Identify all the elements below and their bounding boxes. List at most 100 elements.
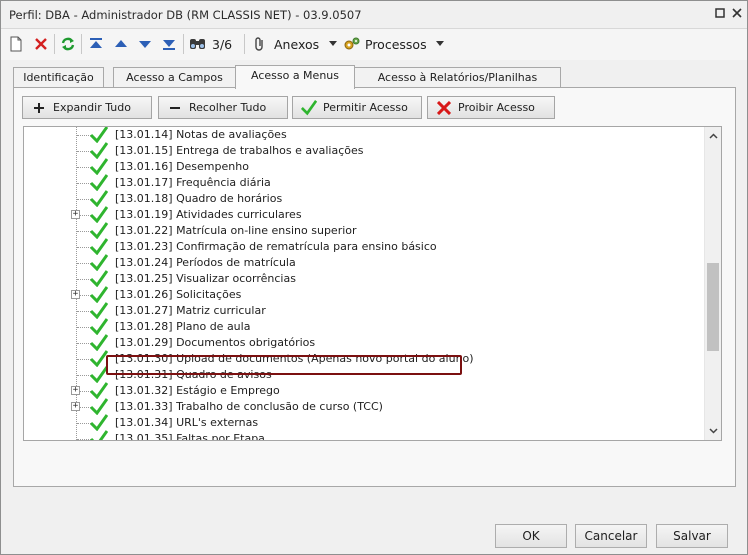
tree-item[interactable]: [13.01.23] Confirmação de rematrícula pa… [24, 238, 704, 255]
expand-node-button[interactable]: + [71, 386, 80, 395]
dropdown-arrow-icon [435, 41, 444, 46]
cancel-button[interactable]: Cancelar [575, 524, 647, 548]
tree-connector [77, 135, 91, 136]
new-document-icon [10, 36, 22, 52]
previous-record-button[interactable] [114, 33, 128, 55]
tree-item[interactable]: [13.01.27] Matriz curricular [24, 302, 704, 319]
tree-item[interactable]: [13.01.29] Documentos obrigatórios [24, 334, 704, 351]
access-granted-check-icon[interactable] [90, 190, 108, 207]
expand-node-button[interactable]: + [71, 210, 80, 219]
access-granted-check-icon[interactable] [90, 126, 108, 143]
access-granted-check-icon[interactable] [90, 222, 108, 239]
access-granted-check-icon[interactable] [90, 302, 108, 319]
tree-item[interactable]: + [13.01.32] Estágio e Emprego [24, 382, 704, 399]
scroll-up-icon [709, 133, 718, 139]
collapse-all-button[interactable]: Recolher Tudo [158, 96, 288, 119]
access-granted-check-icon[interactable] [90, 238, 108, 255]
expand-node-button[interactable]: + [71, 402, 80, 411]
deny-access-label: Proibir Acesso [458, 101, 535, 114]
refresh-button[interactable] [60, 33, 76, 55]
tree-item[interactable]: + [13.01.19] Atividades curriculares [24, 206, 704, 223]
access-granted-check-icon[interactable] [90, 334, 108, 351]
tree-item[interactable]: [13.01.15] Entrega de trabalhos e avalia… [24, 142, 704, 159]
access-granted-check-icon[interactable] [90, 254, 108, 271]
tab-acesso-menus[interactable]: Acesso a Menus [235, 65, 355, 89]
title-bar: Perfil: DBA - Administrador DB (RM CLASS… [1, 1, 747, 29]
find-button[interactable] [189, 33, 207, 55]
close-window-button[interactable] [730, 7, 744, 21]
last-record-button[interactable] [162, 33, 176, 55]
access-granted-check-icon[interactable] [90, 286, 108, 303]
access-granted-check-icon[interactable] [90, 318, 108, 335]
tree-item[interactable]: + [13.01.33] Trabalho de conclusão de cur… [24, 398, 704, 415]
access-granted-check-icon[interactable] [90, 398, 108, 415]
first-record-button[interactable] [89, 33, 103, 55]
cross-icon [437, 100, 451, 115]
tree-connector [77, 183, 91, 184]
tree-item-label: [13.01.18] Quadro de horários [115, 192, 283, 205]
save-button[interactable]: Salvar [656, 524, 728, 548]
tab-acesso-relatorios[interactable]: Acesso à Relatórios/Planilhas [354, 67, 561, 88]
tree-item-label: [13.01.17] Frequência diária [115, 176, 271, 189]
footer: OK Cancelar Salvar [1, 516, 747, 554]
tree-item[interactable]: [13.01.28] Plano de aula [24, 318, 704, 335]
restore-window-button[interactable] [713, 7, 727, 21]
next-record-button[interactable] [138, 33, 152, 55]
tree-item[interactable]: [13.01.25] Visualizar ocorrências [24, 270, 704, 287]
access-granted-check-icon[interactable] [90, 206, 108, 223]
tab-acesso-campos[interactable]: Acesso a Campos [113, 67, 236, 88]
tree-item[interactable]: [13.01.35] Faltas por Etapa [24, 430, 704, 441]
tree-connector [77, 375, 91, 376]
tree-item-label: [13.01.25] Visualizar ocorrências [115, 272, 296, 285]
tree-item[interactable]: [13.01.14] Notas de avaliações [24, 127, 704, 143]
access-granted-check-icon[interactable] [90, 142, 108, 159]
allow-access-button[interactable]: Permitir Acesso [292, 96, 422, 119]
access-granted-check-icon[interactable] [90, 382, 108, 399]
access-granted-check-icon[interactable] [90, 270, 108, 287]
scroll-thumb[interactable] [707, 263, 719, 351]
tree-item-label: [13.01.32] Estágio e Emprego [115, 384, 280, 397]
access-granted-check-icon[interactable] [90, 174, 108, 191]
separator [244, 34, 245, 54]
separator [81, 34, 82, 54]
vertical-scrollbar[interactable] [704, 127, 721, 440]
delete-button[interactable] [34, 33, 48, 55]
separator [54, 34, 55, 54]
ok-button[interactable]: OK [495, 524, 567, 548]
tab-panel: Expandir Tudo Recolher Tudo Permitir Ace… [13, 87, 736, 487]
paperclip-icon [255, 37, 263, 51]
tree-item[interactable]: [13.01.17] Frequência diária [24, 174, 704, 191]
tree-connector [77, 327, 91, 328]
delete-icon [35, 38, 47, 50]
tree-item-label: [13.01.16] Desempenho [115, 160, 249, 173]
tree-item[interactable]: [13.01.18] Quadro de horários [24, 190, 704, 207]
record-counter: 3/6 [212, 36, 233, 52]
menu-tree[interactable]: [13.01.14] Notas de avaliações [13.01.15]… [23, 126, 722, 441]
tree-connector [77, 343, 91, 344]
tree-item[interactable]: + [13.01.26] Solicitações [24, 286, 704, 303]
toolbar: 3/6 Anexos Processos [1, 29, 747, 60]
expand-all-button[interactable]: Expandir Tudo [22, 96, 152, 119]
anexos-menu[interactable]: Anexos [252, 33, 338, 55]
processos-menu[interactable]: Processos [343, 33, 444, 55]
tree-connector [77, 167, 91, 168]
tree-item[interactable]: [13.01.22] Matrícula on-line ensino supe… [24, 222, 704, 239]
tree-item-label: [13.01.24] Períodos de matrícula [115, 256, 296, 269]
access-granted-check-icon[interactable] [90, 430, 108, 441]
binoculars-icon [190, 39, 205, 49]
refresh-icon [61, 37, 75, 51]
restore-icon [715, 8, 725, 18]
tab-identificacao[interactable]: Identificação [13, 67, 104, 88]
access-granted-check-icon[interactable] [90, 158, 108, 175]
tree-item-label: [13.01.29] Documentos obrigatórios [115, 336, 316, 349]
tree-item[interactable]: [13.01.24] Períodos de matrícula [24, 254, 704, 271]
deny-access-button[interactable]: Proibir Acesso [427, 96, 555, 119]
new-button[interactable] [9, 33, 23, 55]
tree-item-label: [13.01.15] Entrega de trabalhos e avalia… [115, 144, 364, 157]
last-record-icon [163, 40, 175, 50]
arrow-down-icon [139, 41, 151, 48]
access-granted-check-icon[interactable] [90, 414, 108, 431]
tree-item[interactable]: [13.01.16] Desempenho [24, 158, 704, 175]
expand-node-button[interactable]: + [71, 290, 80, 299]
tree-item[interactable]: [13.01.34] URL's externas [24, 414, 704, 431]
